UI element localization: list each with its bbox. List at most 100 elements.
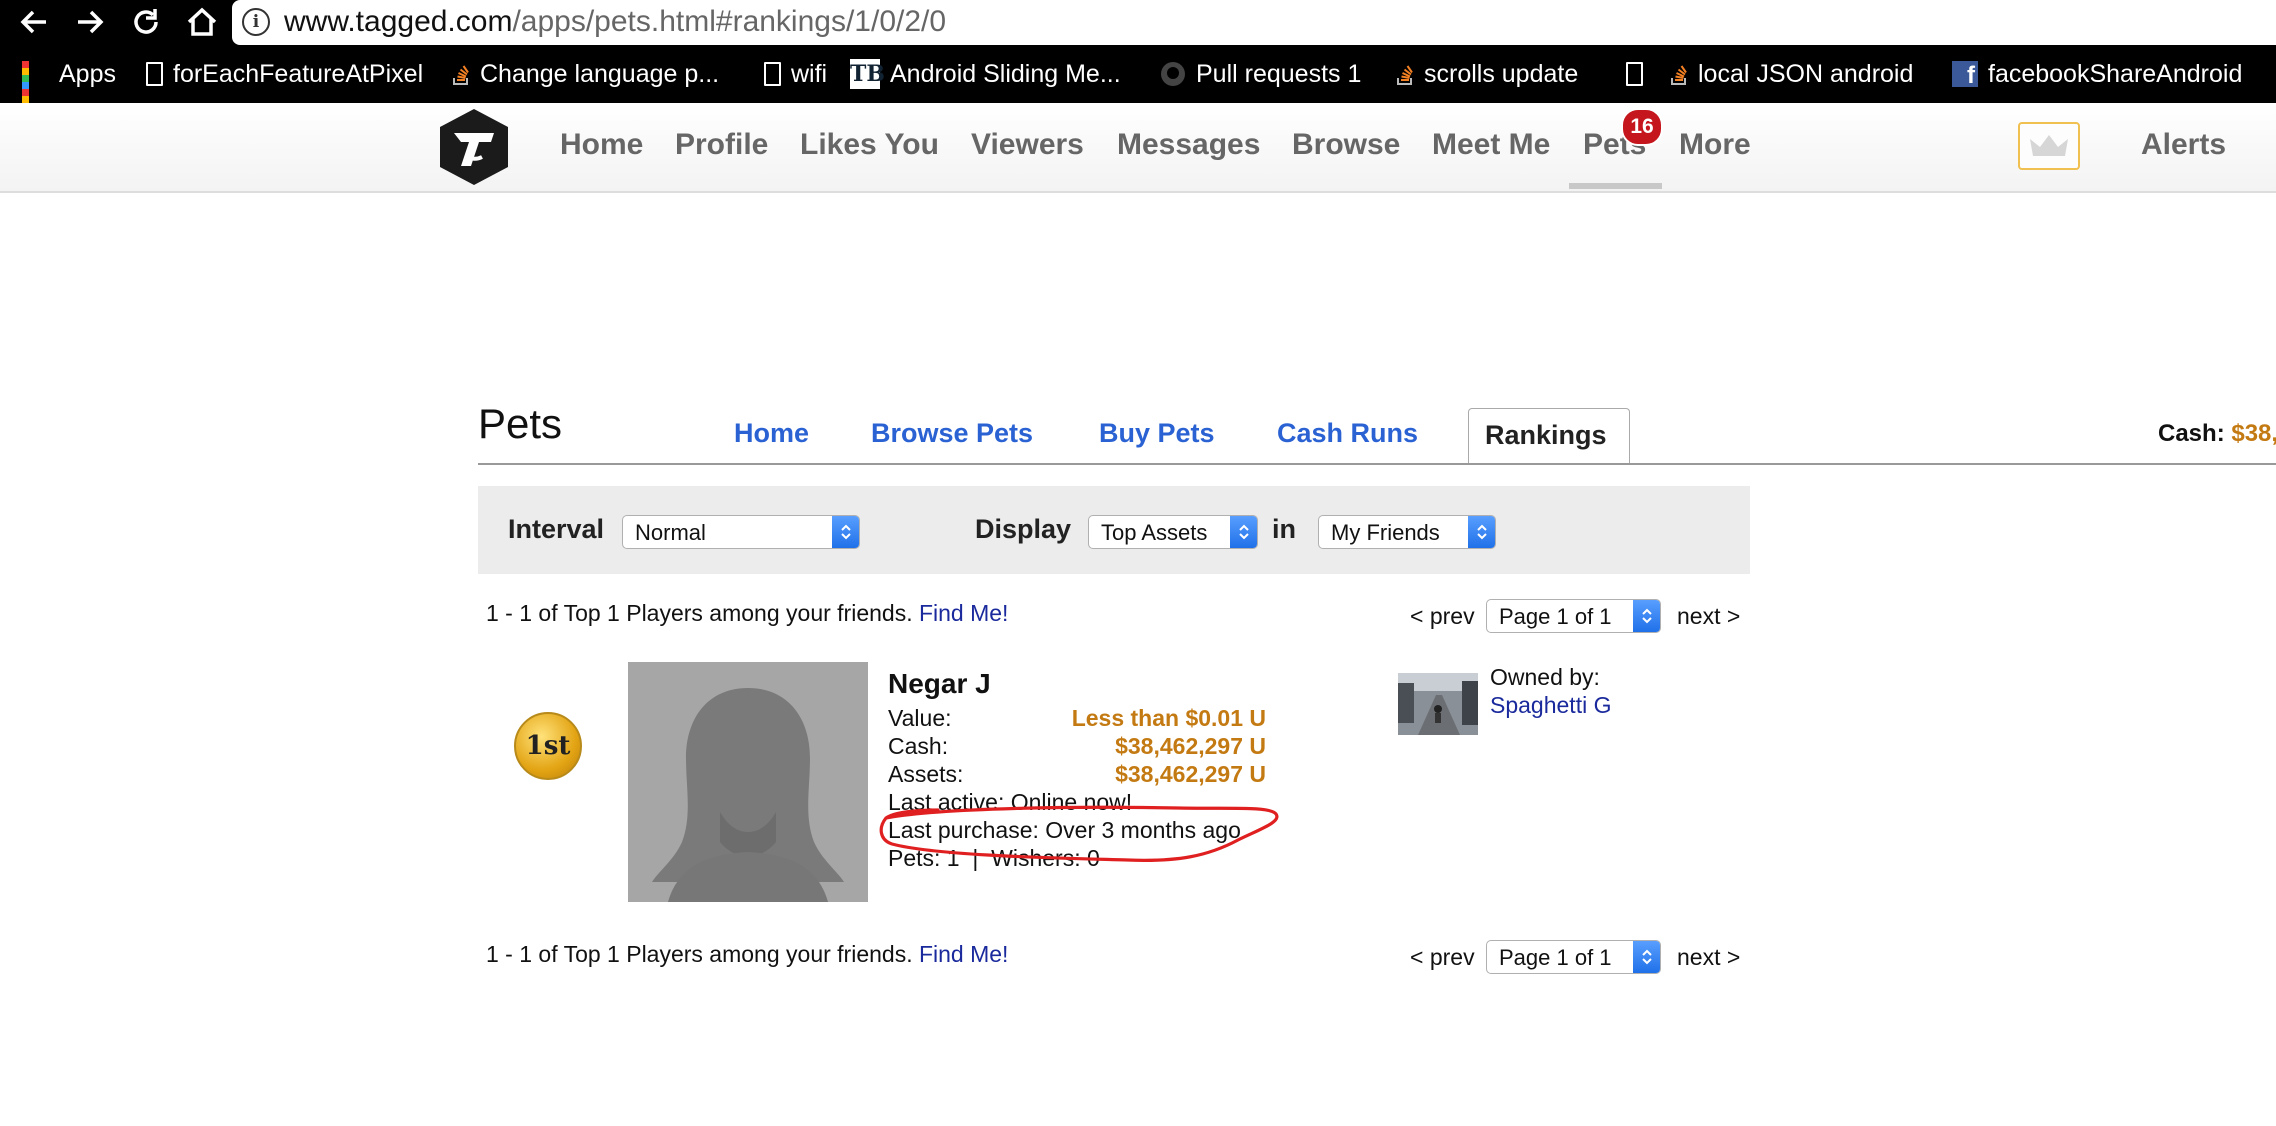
find-me-link[interactable]: Find Me! (919, 941, 1008, 967)
bookmark-wifi[interactable]: wifi (764, 45, 827, 103)
player-name[interactable]: Negar J (888, 668, 991, 700)
select-arrows-icon (1468, 516, 1495, 548)
page-select-value: Page 1 of 1 (1499, 604, 1612, 629)
url-path: /apps/pets.html#rankings/1/0/2/0 (512, 5, 947, 38)
tab-home[interactable]: Home (734, 418, 809, 449)
prev-link-bottom[interactable]: < prev (1410, 944, 1475, 971)
nav-browse[interactable]: Browse (1292, 103, 1400, 191)
address-bar[interactable]: i www.tagged.com/apps/pets.html#rankings… (232, 0, 2276, 45)
nav-alerts[interactable]: Alerts (2141, 103, 2226, 191)
stackoverflow-icon (1397, 65, 1413, 85)
bookmark-facebookshareandroid[interactable]: f facebookShareAndroid (1952, 45, 2242, 103)
interval-label: Interval (508, 514, 605, 544)
display-select[interactable]: Top Assets (1088, 515, 1258, 549)
nav-more[interactable]: More (1679, 103, 1751, 191)
bookmark-untitled[interactable] (1626, 45, 1643, 103)
site-header: Home Profile Likes You Viewers Messages … (0, 103, 2276, 193)
bookmark-label: local JSON android (1698, 59, 1914, 88)
browser-toolbar: i www.tagged.com/apps/pets.html#rankings… (0, 0, 2276, 45)
nav-likes-you[interactable]: Likes You (800, 103, 939, 191)
default-avatar-silhouette-icon (628, 662, 868, 902)
bookmarks-bar: Apps forEachFeatureAtPixel Change langua… (0, 45, 2276, 124)
document-icon (764, 62, 781, 86)
bookmark-label: forEachFeatureAtPixel (173, 59, 424, 88)
select-arrows-icon (1230, 516, 1257, 548)
github-icon (1161, 62, 1185, 86)
results-summary-top: 1 - 1 of Top 1 Players among your friend… (486, 600, 1008, 627)
stackoverflow-icon (453, 65, 469, 85)
scope-select-value: My Friends (1331, 520, 1440, 545)
bookmark-label: wifi (791, 59, 828, 88)
prev-link[interactable]: < prev (1410, 603, 1475, 630)
page-select[interactable]: Page 1 of 1 (1486, 599, 1661, 633)
in-label: in (1272, 514, 1296, 544)
tb-icon: TB (850, 59, 885, 89)
vip-crown-button[interactable] (2018, 122, 2080, 170)
bookmark-foreachfeatureatpixel[interactable]: forEachFeatureAtPixel (146, 45, 423, 103)
bookmark-change-language[interactable]: Change language p... (452, 45, 719, 103)
find-me-link[interactable]: Find Me! (919, 600, 1008, 626)
bookmark-label: scrolls update (1424, 59, 1579, 88)
bookmark-label: Pull requests 1 (1196, 59, 1362, 88)
page-select-value: Page 1 of 1 (1499, 945, 1612, 970)
bookmark-android-sliding-menu[interactable]: TB Android Sliding Me... (850, 45, 1121, 103)
tab-buy-pets[interactable]: Buy Pets (1099, 418, 1215, 449)
tab-browse-pets[interactable]: Browse Pets (871, 418, 1033, 449)
next-link[interactable]: next > (1677, 603, 1740, 630)
cash-amount: $38,462,297 U (1115, 733, 1266, 759)
results-summary-bottom: 1 - 1 of Top 1 Players among your friend… (486, 941, 1008, 968)
select-arrows-icon (1633, 600, 1660, 632)
page-select-bottom[interactable]: Page 1 of 1 (1486, 940, 1661, 974)
nav-home[interactable]: Home (560, 103, 643, 191)
nav-meet-me[interactable]: Meet Me (1432, 103, 1550, 191)
bookmark-pull-requests[interactable]: Pull requests 1 (1160, 45, 1361, 103)
url-host: www.tagged.com (284, 5, 513, 38)
bookmark-apps[interactable]: Apps (22, 45, 116, 124)
nav-messages[interactable]: Messages (1117, 103, 1260, 191)
rank-label: 1st (525, 731, 571, 761)
apps-grid-icon (22, 60, 49, 124)
forward-arrow-icon[interactable] (72, 4, 108, 40)
rank-medal-icon: 1st (514, 712, 582, 780)
document-icon (1626, 62, 1643, 86)
page-title: Pets (478, 400, 563, 447)
url-text: www.tagged.com/apps/pets.html#rankings/1… (284, 3, 946, 41)
bookmark-local-json-android[interactable]: local JSON android (1670, 45, 1913, 103)
results-summary-text: 1 - 1 of Top 1 Players among your friend… (486, 600, 913, 626)
bookmark-label: Apps (59, 59, 116, 88)
bookmark-label: Change language p... (480, 59, 720, 88)
results-summary-text: 1 - 1 of Top 1 Players among your friend… (486, 941, 913, 967)
tab-cash-runs[interactable]: Cash Runs (1277, 418, 1418, 449)
reload-icon[interactable] (128, 4, 164, 40)
nav-profile[interactable]: Profile (675, 103, 768, 191)
back-arrow-icon[interactable] (16, 4, 52, 40)
filter-bar: Interval Normal Display Top Assets in My… (478, 486, 1750, 574)
home-icon[interactable] (184, 4, 220, 40)
pets-notification-badge: 16 (1621, 108, 1663, 146)
owned-by-label: Owned by: (1490, 664, 1600, 690)
assets-amount: $38,462,297 U (1115, 761, 1266, 787)
bookmark-label: facebookShareAndroid (1988, 59, 2243, 88)
crown-icon (2030, 135, 2068, 156)
cash-label: Cash: (2158, 420, 2225, 447)
player-avatar[interactable] (628, 662, 868, 902)
scope-select[interactable]: My Friends (1318, 515, 1496, 549)
owner-thumbnail[interactable] (1398, 673, 1478, 735)
cash-display: Cash: $38, (2158, 420, 2276, 448)
select-arrows-icon (1633, 941, 1660, 973)
tab-divider (478, 463, 2276, 465)
bookmark-label: Android Sliding Me... (890, 59, 1121, 88)
nav-active-indicator (1569, 183, 1662, 189)
select-arrows-icon (832, 516, 859, 548)
owner-photo-icon (1398, 673, 1478, 735)
bookmark-scrolls-update[interactable]: scrolls update (1396, 45, 1578, 103)
owner-link[interactable]: Spaghetti G (1490, 692, 1611, 719)
tab-rankings[interactable]: Rankings (1485, 420, 1607, 451)
interval-select[interactable]: Normal (622, 515, 860, 549)
cash-value: $38, (2231, 420, 2276, 447)
info-icon[interactable]: i (242, 8, 270, 36)
nav-viewers[interactable]: Viewers (971, 103, 1084, 191)
tagged-logo-icon[interactable] (436, 107, 512, 187)
next-link-bottom[interactable]: next > (1677, 944, 1740, 971)
stackoverflow-icon (1671, 65, 1687, 85)
